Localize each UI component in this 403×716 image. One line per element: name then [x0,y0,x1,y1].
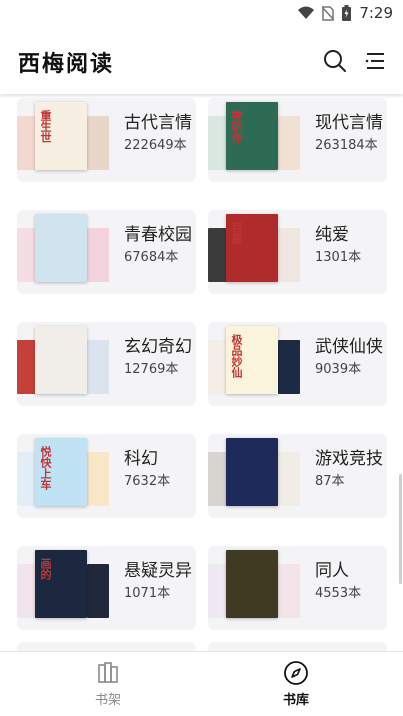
status-bar: 7:29 [0,0,403,30]
tab-library[interactable]: 书库 [256,658,336,708]
category-name: 现代言情 [315,113,383,133]
compass-icon [284,661,308,685]
cover-title: 神明你 [230,110,243,143]
tab-bookshelf[interactable]: 书架 [68,658,148,708]
search-icon [324,50,346,72]
category-count: 4553本 [315,586,362,601]
tab-label: 书库 [282,693,309,708]
app-title: 西梅阅读 [18,52,115,77]
category-name: 悬疑灵异 [124,561,192,581]
book-cover-main: 巨星 [226,214,278,282]
category-card[interactable]: 悦快上车 科幻 7632本 [17,434,196,518]
cover-title: 画的 [39,558,52,580]
cover-title: 极品妙仙 [230,334,243,378]
cover-stack: 悦快上车 [17,434,109,518]
menu-button[interactable] [362,48,388,74]
no-sim-icon [322,5,335,21]
category-name: 同人 [315,561,349,581]
cover-stack: 极品妙仙 [208,322,300,406]
cover-stack [17,322,109,406]
book-cover-right [87,452,109,506]
category-count: 1301本 [315,250,362,265]
category-count: 12769本 [124,362,179,377]
cover-title: 悦快上车 [39,446,52,490]
category-card[interactable]: 极品妙仙 武侠仙侠 9039本 [208,322,387,406]
cover-stack: 巨星 [208,210,300,294]
book-cover-main [226,438,278,506]
scrollbar[interactable] [399,474,402,584]
category-count: 1071本 [124,586,171,601]
category-count: 9039本 [315,362,362,377]
tab-label: 书架 [94,693,121,708]
category-name: 纯爱 [315,225,349,245]
cover-title: 巨星 [230,222,243,244]
status-icons: 7:29 [298,4,393,22]
category-card[interactable]: 青春校园 67684本 [17,210,196,294]
category-grid: 重生世 古代言情 222649本 神明你 现代言情 263184本青春校园 67684本 巨星… [17,98,387,630]
app-bar: 西梅阅读 [0,30,403,94]
category-card[interactable]: 同人 4553本 [208,546,387,630]
cover-stack [17,210,109,294]
book-cover-main: 悦快上车 [35,438,87,506]
book-cover-right [278,340,300,394]
search-button[interactable] [322,48,348,74]
book-cover-right [278,116,300,170]
category-list[interactable]: 重生世 古代言情 222649本 神明你 现代言情 263184本青春校园 67684本 巨星… [0,94,403,652]
category-card[interactable]: 重生世 古代言情 222649本 [17,98,196,182]
book-cover-right [87,564,109,618]
category-count: 7632本 [124,474,171,489]
bookshelf-icon [98,662,118,683]
book-cover-right [278,452,300,506]
book-cover-right [87,340,109,394]
status-time: 7:29 [359,4,393,22]
category-card[interactable]: 玄幻奇幻 12769本 [17,322,196,406]
category-card[interactable]: 画的 悬疑灵异 1071本 [17,546,196,630]
category-name: 科幻 [124,449,158,469]
category-count: 87本 [315,474,345,489]
category-card[interactable]: 神明你 现代言情 263184本 [208,98,387,182]
menu-icon [365,53,384,69]
category-name: 玄幻奇幻 [124,337,192,357]
category-name: 古代言情 [124,113,192,133]
book-cover-right [87,116,109,170]
cover-stack [208,546,300,630]
book-cover-right [278,228,300,282]
category-count: 263184本 [315,138,378,153]
book-cover-main [35,214,87,282]
category-count: 222649本 [124,138,187,153]
category-count: 67684本 [124,250,179,265]
bottom-nav: 书架 书库 [0,651,403,716]
book-cover-main: 画的 [35,550,87,618]
cover-stack: 神明你 [208,98,300,182]
cover-stack [208,434,300,518]
book-cover-main [226,550,278,618]
book-cover-right [278,564,300,618]
category-card[interactable]: 巨星 纯爱 1301本 [208,210,387,294]
cover-stack: 重生世 [17,98,109,182]
wifi-icon [298,6,315,19]
category-name: 青春校园 [124,225,192,245]
cover-stack: 画的 [17,546,109,630]
category-name: 武侠仙侠 [315,337,383,357]
battery-icon [342,5,352,21]
book-cover-main: 神明你 [226,102,278,170]
book-cover-main: 重生世 [35,102,87,170]
book-cover-main [35,326,87,394]
category-name: 游戏竞技 [315,449,383,469]
category-card[interactable]: 游戏竞技 87本 [208,434,387,518]
cover-title: 重生世 [39,110,52,143]
book-cover-main: 极品妙仙 [226,326,278,394]
book-cover-right [87,228,109,282]
